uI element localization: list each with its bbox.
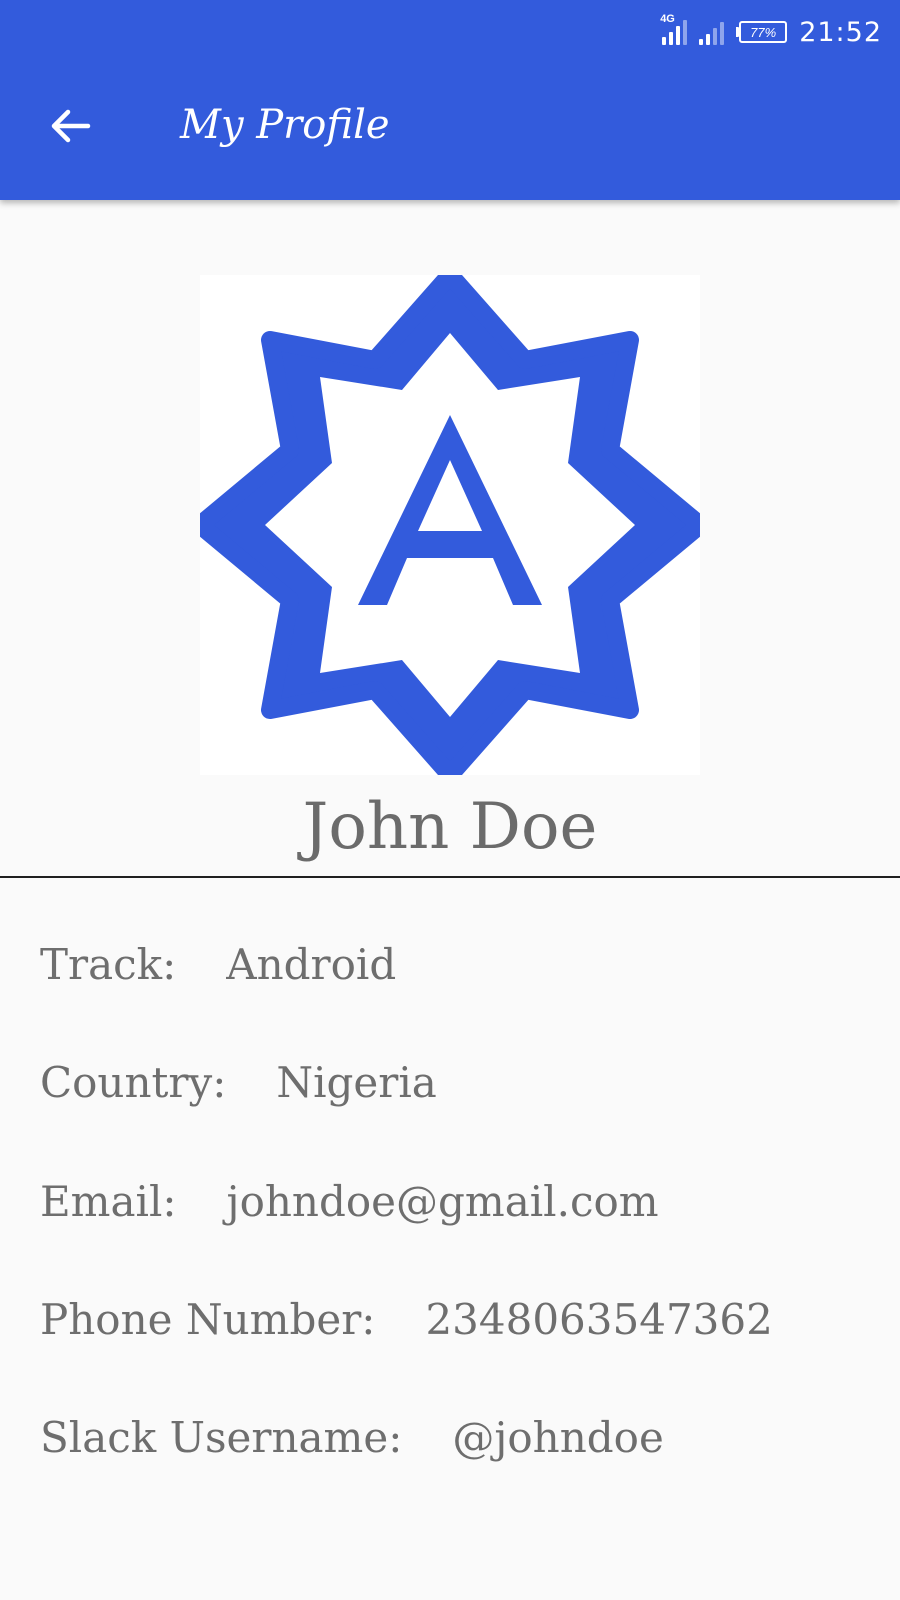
network-type-label: 4G [660,13,675,25]
track-row: Track: Android [40,940,396,989]
battery-level: 77% [739,21,788,43]
phone-label: Phone Number: [40,1295,376,1344]
track-label: Track: [40,940,177,989]
battery-icon: 77% [736,21,788,43]
country-row: Country: Nigeria [40,1058,437,1107]
slack-row: Slack Username: @johndoe [40,1413,664,1462]
status-bar: 4G 77% 21:52 [660,10,882,54]
star-badge-logo-icon [191,266,709,784]
email-label: Email: [40,1177,177,1226]
country-label: Country: [40,1058,227,1107]
signal-strength-icon [699,19,725,45]
page-title: My Profile [180,102,390,148]
phone-value: 2348063547362 [425,1295,773,1344]
divider [0,876,900,878]
profile-name: John Doe [302,790,598,864]
status-clock: 21:52 [799,16,882,48]
app-bar: 4G 77% 21:52 My Profile [0,0,900,200]
slack-value: @johndoe [452,1413,664,1462]
email-value: johndoe@gmail.com [226,1177,659,1226]
country-value: Nigeria [276,1058,437,1107]
arrow-left-icon [51,109,91,143]
profile-logo [191,266,709,784]
signal-4g-icon: 4G [660,13,688,45]
track-value: Android [226,940,397,989]
back-button[interactable] [44,100,96,152]
slack-label: Slack Username: [40,1413,403,1462]
email-row: Email: johndoe@gmail.com [40,1177,659,1226]
phone-row: Phone Number: 2348063547362 [40,1295,773,1344]
